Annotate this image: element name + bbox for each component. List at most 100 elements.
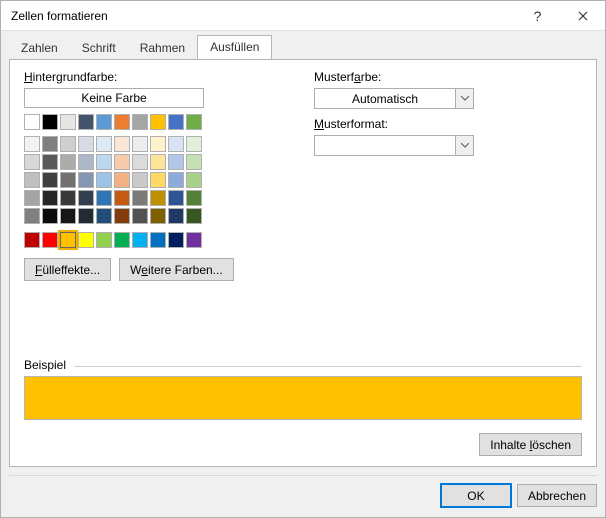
- pattern-color-label: Musterfarbe:: [314, 70, 582, 84]
- color-swatch[interactable]: [186, 190, 202, 206]
- color-swatch[interactable]: [60, 172, 76, 188]
- color-swatch[interactable]: [168, 154, 184, 170]
- color-swatch[interactable]: [132, 114, 148, 130]
- color-swatch[interactable]: [78, 232, 94, 248]
- color-swatch[interactable]: [132, 190, 148, 206]
- more-colors-button[interactable]: Weitere Farben...: [119, 258, 234, 281]
- sample-preview: [24, 376, 582, 420]
- color-swatch[interactable]: [150, 154, 166, 170]
- color-swatch[interactable]: [42, 232, 58, 248]
- color-swatch[interactable]: [186, 136, 202, 152]
- pattern-color-combo[interactable]: Automatisch: [314, 88, 474, 109]
- color-swatch[interactable]: [96, 154, 112, 170]
- color-swatch[interactable]: [78, 136, 94, 152]
- color-swatch[interactable]: [150, 136, 166, 152]
- color-swatch[interactable]: [168, 190, 184, 206]
- color-swatch[interactable]: [114, 190, 130, 206]
- color-swatch[interactable]: [24, 136, 40, 152]
- titlebar: Zellen formatieren ?: [1, 1, 605, 31]
- color-swatch[interactable]: [150, 114, 166, 130]
- sample-label: Beispiel: [20, 358, 70, 372]
- tab-fill[interactable]: Ausfüllen: [197, 35, 272, 60]
- color-swatch[interactable]: [114, 114, 130, 130]
- chevron-down-icon: [455, 136, 473, 155]
- color-swatch[interactable]: [78, 172, 94, 188]
- color-swatch[interactable]: [60, 208, 76, 224]
- color-swatch[interactable]: [24, 190, 40, 206]
- color-swatch[interactable]: [114, 154, 130, 170]
- color-swatch[interactable]: [114, 172, 130, 188]
- color-swatch[interactable]: [42, 172, 58, 188]
- tab-font[interactable]: Schrift: [70, 37, 128, 60]
- divider: [74, 366, 582, 367]
- color-swatch[interactable]: [96, 208, 112, 224]
- color-swatch[interactable]: [42, 208, 58, 224]
- color-swatch[interactable]: [114, 208, 130, 224]
- color-swatch[interactable]: [60, 114, 76, 130]
- no-color-button[interactable]: Keine Farbe: [24, 88, 204, 108]
- color-swatch[interactable]: [60, 154, 76, 170]
- color-swatch[interactable]: [114, 136, 130, 152]
- color-swatch[interactable]: [96, 136, 112, 152]
- color-swatch[interactable]: [150, 190, 166, 206]
- color-swatch[interactable]: [24, 208, 40, 224]
- dialog-title: Zellen formatieren: [11, 9, 515, 23]
- help-button[interactable]: ?: [515, 1, 560, 31]
- color-swatch[interactable]: [168, 136, 184, 152]
- color-swatch[interactable]: [78, 154, 94, 170]
- color-swatch[interactable]: [186, 232, 202, 248]
- color-swatch[interactable]: [132, 232, 148, 248]
- columns: Hintergrundfarbe: Keine Farbe Fülleffekt…: [24, 70, 582, 281]
- color-swatch[interactable]: [78, 114, 94, 130]
- color-swatch[interactable]: [96, 232, 112, 248]
- ok-button[interactable]: OK: [441, 484, 511, 507]
- color-swatch[interactable]: [24, 114, 40, 130]
- color-swatch[interactable]: [150, 172, 166, 188]
- color-swatch[interactable]: [42, 154, 58, 170]
- color-swatch[interactable]: [168, 208, 184, 224]
- color-swatch[interactable]: [78, 208, 94, 224]
- button-row: Fülleffekte... Weitere Farben...: [24, 258, 284, 281]
- color-swatch[interactable]: [24, 232, 40, 248]
- color-swatch[interactable]: [186, 208, 202, 224]
- tab-border[interactable]: Rahmen: [128, 37, 197, 60]
- fill-effects-button[interactable]: Fülleffekte...: [24, 258, 111, 281]
- color-swatch[interactable]: [186, 114, 202, 130]
- color-swatch[interactable]: [24, 154, 40, 170]
- clear-contents-button[interactable]: Inhalte löschen: [479, 433, 582, 456]
- color-swatch[interactable]: [132, 208, 148, 224]
- color-swatch[interactable]: [60, 232, 76, 248]
- color-swatch[interactable]: [168, 232, 184, 248]
- color-swatch[interactable]: [186, 154, 202, 170]
- color-swatch[interactable]: [150, 232, 166, 248]
- cancel-button[interactable]: Abbrechen: [517, 484, 597, 507]
- color-swatch[interactable]: [42, 136, 58, 152]
- theme-shade-grid: [24, 136, 284, 224]
- color-swatch[interactable]: [60, 190, 76, 206]
- pattern-format-combo[interactable]: [314, 135, 474, 156]
- color-swatch[interactable]: [24, 172, 40, 188]
- color-swatch[interactable]: [132, 136, 148, 152]
- close-button[interactable]: [560, 1, 605, 31]
- dialog-window: Zellen formatieren ? Zahlen Schrift Rahm…: [0, 0, 606, 518]
- color-swatch[interactable]: [132, 172, 148, 188]
- color-swatch[interactable]: [168, 172, 184, 188]
- color-swatch[interactable]: [96, 114, 112, 130]
- dialog-content: Zahlen Schrift Rahmen Ausfüllen Hintergr…: [1, 31, 605, 517]
- color-swatch[interactable]: [186, 172, 202, 188]
- color-swatch[interactable]: [78, 190, 94, 206]
- color-swatch[interactable]: [168, 114, 184, 130]
- chevron-down-icon: [455, 89, 473, 108]
- color-swatch[interactable]: [96, 172, 112, 188]
- dialog-footer: OK Abbrechen: [9, 475, 597, 507]
- color-swatch[interactable]: [132, 154, 148, 170]
- color-swatch[interactable]: [114, 232, 130, 248]
- color-swatch[interactable]: [42, 114, 58, 130]
- color-swatch[interactable]: [150, 208, 166, 224]
- color-swatch[interactable]: [42, 190, 58, 206]
- color-swatch[interactable]: [96, 190, 112, 206]
- color-swatch[interactable]: [60, 136, 76, 152]
- clear-row: Inhalte löschen: [479, 433, 582, 456]
- right-column: Musterfarbe: Automatisch Musterformat:: [314, 70, 582, 281]
- tab-numbers[interactable]: Zahlen: [9, 37, 70, 60]
